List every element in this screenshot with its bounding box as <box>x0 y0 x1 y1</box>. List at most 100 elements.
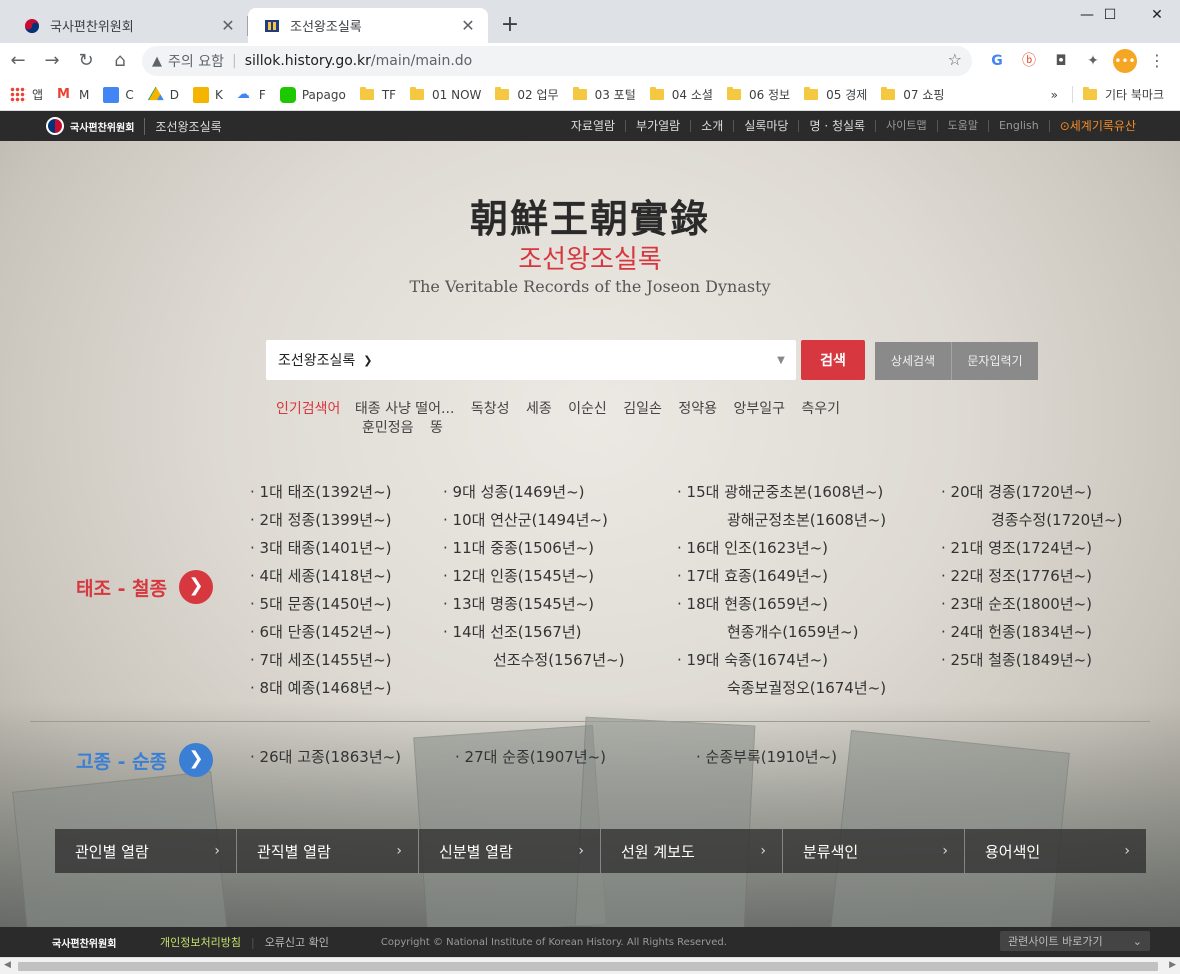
nav-intro[interactable]: 소개 <box>691 120 735 132</box>
bookmark-folder[interactable]: 05 경제 <box>804 86 867 103</box>
new-tab-button[interactable]: + <box>496 12 524 40</box>
popular-keyword[interactable]: 이순신 <box>568 401 607 417</box>
nav-browse[interactable]: 자료열람 <box>561 120 627 132</box>
reign-link[interactable]: · 10대 연산군(1494년~) <box>443 506 624 534</box>
site-name-link[interactable]: 조선왕조실록 <box>144 117 222 135</box>
extension-shield-icon[interactable]: ◘ <box>1049 49 1073 73</box>
bookmarks-overflow-button[interactable]: » <box>1051 88 1058 102</box>
popular-keyword[interactable]: 김일손 <box>623 401 662 417</box>
reign-link[interactable]: · 1대 태조(1392년~) <box>250 478 392 506</box>
bookmark-gmail[interactable]: M M <box>57 87 89 103</box>
reign-link[interactable]: · 22대 정조(1776년~) <box>941 562 1122 590</box>
reign-link[interactable]: 경종수정(1720년~) <box>941 506 1122 534</box>
section-taejo-cheoljong[interactable]: 태조 - 철종 ❯ <box>76 570 214 604</box>
scroll-right-icon[interactable]: ▶ <box>1169 960 1176 970</box>
related-sites-select[interactable]: 관련사이트 바로가기 ⌄ <box>1000 931 1150 951</box>
error-report-link[interactable]: 오류신고 확인 <box>265 934 329 950</box>
reign-link[interactable]: · 11대 중종(1506년~) <box>443 534 624 562</box>
reign-link[interactable]: · 20대 경종(1720년~) <box>941 478 1122 506</box>
bookmark-folder[interactable]: 02 업무 <box>495 86 559 103</box>
reign-link[interactable]: · 8대 예종(1468년~) <box>250 674 392 702</box>
reign-link[interactable]: · 9대 성종(1469년~) <box>443 478 624 506</box>
scroll-left-icon[interactable]: ◀ <box>4 960 11 970</box>
nav-memory-of-world[interactable]: ⊙세계기록유산 <box>1050 120 1146 132</box>
nav-ming-qing[interactable]: 명 · 청실록 <box>799 120 877 132</box>
security-warning-text[interactable]: 주의 요함 <box>168 51 224 71</box>
reign-link[interactable]: · 3대 태종(1401년~) <box>250 534 392 562</box>
bookmark-papago[interactable]: Papago <box>279 86 346 103</box>
popular-keyword[interactable]: 세종 <box>526 401 552 417</box>
popular-keyword[interactable]: 측우기 <box>801 401 840 417</box>
forward-icon[interactable]: → <box>36 45 68 77</box>
tile-by-person[interactable]: 관인별 열람 › <box>55 829 237 873</box>
reign-link[interactable]: · 15대 광해군중초본(1608년~) <box>677 478 886 506</box>
nav-sillok-yard[interactable]: 실록마당 <box>734 120 800 132</box>
extensions-puzzle-icon[interactable]: ✦ <box>1081 49 1105 73</box>
reign-link[interactable]: · 7대 세조(1455년~) <box>250 646 392 674</box>
bookmark-folder[interactable]: 04 소셜 <box>649 86 713 103</box>
reign-link[interactable]: · 14대 선조(1567년) <box>443 618 624 646</box>
popular-keyword[interactable]: 앙부일구 <box>733 401 785 417</box>
reign-link[interactable]: 광해군정초본(1608년~) <box>677 506 886 534</box>
org-logo[interactable]: 국사편찬위원회 <box>46 117 134 135</box>
bookmark-drive[interactable]: D <box>147 86 179 103</box>
tile-term-index[interactable]: 용어색인 › <box>965 829 1146 873</box>
popular-keyword[interactable]: 똥 <box>430 420 443 436</box>
extension-b-icon[interactable]: ⓑ <box>1017 49 1041 73</box>
reign-link[interactable]: · 4대 세종(1418년~) <box>250 562 392 590</box>
tab-nikh[interactable]: 국사편찬위원회 ✕ <box>8 8 248 43</box>
reign-link[interactable]: · 17대 효종(1649년~) <box>677 562 886 590</box>
bookmark-folder[interactable]: 07 쇼핑 <box>881 86 944 103</box>
reign-link-sunjong[interactable]: · 27대 순종(1907년~) <box>455 746 606 767</box>
bookmark-folder[interactable]: 03 포털 <box>572 86 636 103</box>
section-gojong-sunjong[interactable]: 고종 - 순종 ❯ <box>76 743 214 777</box>
browser-menu-icon[interactable]: ⋮ <box>1145 49 1169 73</box>
tile-by-status[interactable]: 신분별 열람 › <box>419 829 601 873</box>
horizontal-scrollbar[interactable]: ◀ ▶ <box>0 957 1180 974</box>
reign-link[interactable]: · 24대 헌종(1834년~) <box>941 618 1122 646</box>
bookmark-folder[interactable]: TF <box>359 87 396 102</box>
nav-sitemap[interactable]: 사이트맵 <box>876 120 938 132</box>
popular-keyword[interactable]: 훈민정음 <box>362 420 414 436</box>
reign-link[interactable]: · 5대 문종(1450년~) <box>250 590 392 618</box>
nav-extra-browse[interactable]: 부가열람 <box>626 120 692 132</box>
reload-icon[interactable]: ↻ <box>70 45 102 77</box>
bookmark-keep[interactable]: K <box>193 86 223 103</box>
search-button[interactable]: 검색 <box>801 340 865 380</box>
nav-help[interactable]: 도움말 <box>938 120 989 132</box>
tile-genealogy[interactable]: 선원 계보도 › <box>601 829 783 873</box>
translate-extension-icon[interactable]: G <box>985 49 1009 73</box>
scrollbar-thumb[interactable] <box>18 962 1158 971</box>
reign-link[interactable]: · 25대 철종(1849년~) <box>941 646 1122 674</box>
reign-link[interactable]: · 16대 인조(1623년~) <box>677 534 886 562</box>
bookmark-calendar[interactable]: C <box>103 86 134 103</box>
search-scope-select[interactable]: 조선왕조실록 ❯ <box>266 350 416 370</box>
reign-link[interactable]: 선조수정(1567년~) <box>443 646 624 674</box>
reign-link[interactable]: · 18대 현종(1659년~) <box>677 590 886 618</box>
privacy-policy-link[interactable]: 개인정보처리방침 <box>160 934 241 950</box>
reign-link-sunjong-appendix[interactable]: · 순종부록(1910년~) <box>696 746 837 767</box>
bookmark-folder[interactable]: 06 정보 <box>726 86 790 103</box>
tile-by-office[interactable]: 관직별 열람 › <box>237 829 419 873</box>
bookmark-apps[interactable]: 앱 <box>10 86 43 103</box>
reign-link[interactable]: · 23대 순조(1800년~) <box>941 590 1122 618</box>
tab-close-icon[interactable]: ✕ <box>220 16 236 35</box>
reign-link[interactable]: · 19대 숙종(1674년~) <box>677 646 886 674</box>
bookmark-folder[interactable]: 01 NOW <box>410 87 481 102</box>
reign-link[interactable]: · 12대 인종(1545년~) <box>443 562 624 590</box>
popular-keyword[interactable]: 태종 사냥 떨어... <box>355 401 455 417</box>
popular-keyword[interactable]: 정약용 <box>678 401 717 417</box>
tile-category-index[interactable]: 분류색인 › <box>783 829 965 873</box>
reign-link[interactable]: 현종개수(1659년~) <box>677 618 886 646</box>
reign-link[interactable]: · 6대 단종(1452년~) <box>250 618 392 646</box>
char-input-button[interactable]: 문자입력기 <box>951 342 1038 380</box>
dropdown-triangle-icon[interactable]: ▼ <box>766 355 796 366</box>
profile-avatar-icon[interactable]: ••• <box>1113 49 1137 73</box>
advanced-search-button[interactable]: 상세검색 <box>875 342 951 380</box>
back-icon[interactable]: ← <box>2 45 34 77</box>
url-host[interactable]: sillok.history.go.kr <box>245 53 371 69</box>
close-window-button[interactable]: ✕ <box>1134 0 1180 32</box>
warning-icon[interactable]: ▲ <box>152 54 162 69</box>
popular-keyword[interactable]: 독창성 <box>471 401 510 417</box>
reign-link[interactable]: · 21대 영조(1724년~) <box>941 534 1122 562</box>
